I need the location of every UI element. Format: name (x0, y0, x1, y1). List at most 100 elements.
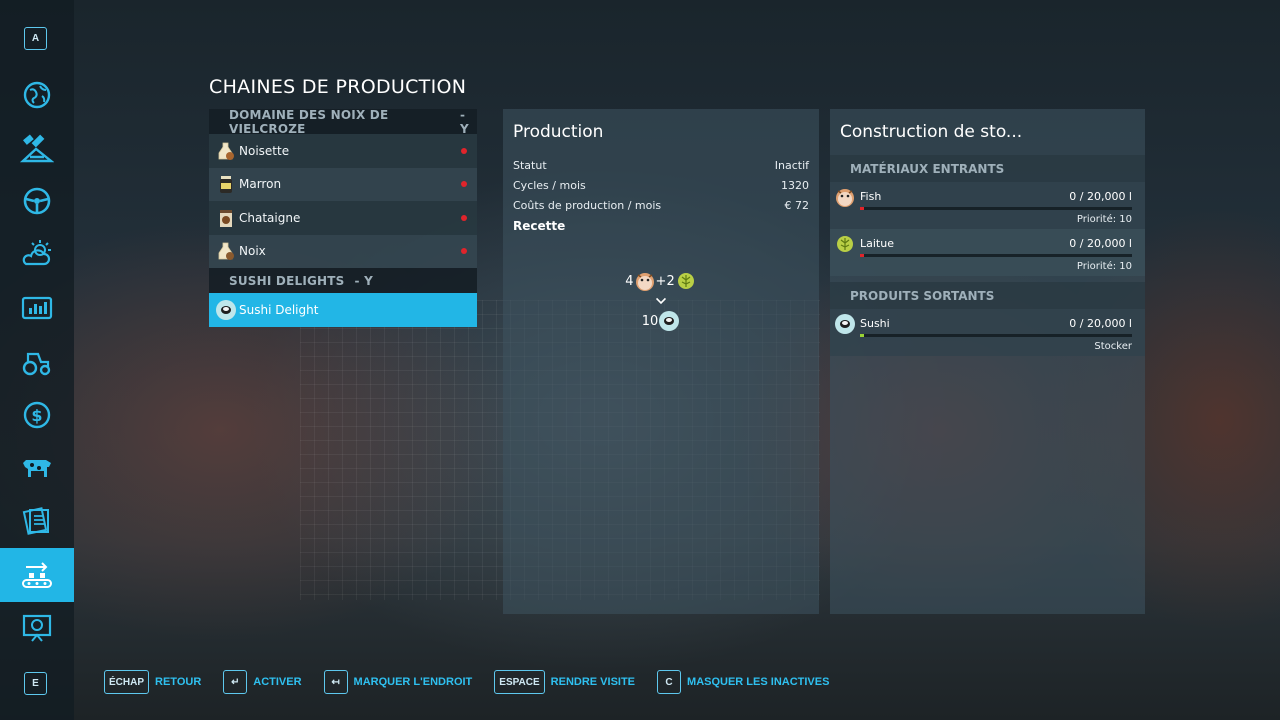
stock-fill-bar (860, 254, 1132, 257)
stock-fill (860, 334, 864, 337)
recipe-arrow (503, 293, 819, 309)
production-panel: Production Statut Inactif Cycles / mois … (503, 109, 819, 614)
weather-icon (22, 240, 51, 266)
tractor-icon (22, 352, 51, 376)
page-title: CHAINES DE PRODUCTION (209, 76, 467, 98)
recipe-input-amount: 4 (625, 273, 634, 289)
row-label: Coûts de production / mois (513, 198, 662, 212)
presentation-icon (22, 614, 52, 642)
status-indicator-inactive (461, 248, 467, 255)
row-value: 1320 (781, 178, 809, 192)
key-enter[interactable]: ↵ (223, 670, 248, 694)
fish-icon (836, 189, 854, 207)
production-chain-icon (22, 562, 52, 588)
chain-item-sushi-delight[interactable]: Sushi Delight (209, 293, 477, 327)
chain-item-label: Marron (239, 177, 282, 192)
recipe-output: 10 (503, 309, 819, 333)
dollar-icon: $ (23, 401, 51, 429)
fish-icon (635, 273, 654, 291)
footer-actions: ÉCHAP RETOUR ↵ ACTIVER ↤ MARQUER L'ENDRO… (104, 670, 851, 694)
stock-priority: Priorité: 10 (1076, 214, 1132, 225)
sidebar-item-garage[interactable] (0, 334, 74, 388)
sidebar-item-animals[interactable] (0, 441, 74, 495)
status-indicator-inactive (461, 214, 467, 221)
recipe-diagram: 4 +2 10 (503, 269, 819, 333)
chain-item-noix[interactable]: Noix (209, 234, 477, 268)
stock-value: 0 / 20,000 l (1069, 237, 1132, 250)
sidebar-item-map[interactable] (0, 68, 74, 122)
group-name: DOMAINE DES NOIX DE VIELCROZE (229, 107, 389, 136)
stock-name: Fish (860, 190, 882, 203)
key-c[interactable]: C (657, 670, 682, 694)
sidebar-prev-key[interactable]: A (24, 27, 47, 50)
chain-item-label: Sushi Delight (239, 302, 319, 317)
stock-value: 0 / 20,000 l (1069, 190, 1132, 203)
sushi-icon (216, 299, 236, 320)
stock-value: 0 / 20,000 l (1069, 317, 1132, 330)
group-header-sushi: SUSHI DELIGHTS - Y (209, 268, 477, 293)
key-tab[interactable]: ↤ (323, 670, 348, 694)
recipe-inputs: 4 +2 (503, 269, 819, 293)
action-rendre-visite[interactable]: RENDRE VISITE (551, 676, 635, 688)
stock-row-fish[interactable]: Fish 0 / 20,000 l Priorité: 10 (830, 182, 1145, 229)
row-value: € 72 (784, 198, 810, 212)
recipe-input-amount: +2 (655, 273, 675, 289)
sidebar-next-key[interactable]: E (24, 672, 47, 695)
sidebar-item-satellite[interactable] (0, 121, 74, 175)
row-label: Cycles / mois (513, 178, 586, 192)
outputs-section-header: PRODUITS SORTANTS (830, 282, 1145, 309)
group-suffix: - Y (354, 273, 373, 288)
chain-item-label: Noisette (239, 143, 290, 158)
sidebar-item-finances[interactable]: $ (0, 388, 74, 442)
action-masquer[interactable]: MASQUER LES INACTIVES (687, 676, 829, 688)
stock-row-laitue[interactable]: Laitue 0 / 20,000 l Priorité: 10 (830, 229, 1145, 276)
hazelnut-oil-icon (218, 142, 234, 160)
sidebar-item-production[interactable] (0, 548, 74, 602)
group-suffix: - Y (460, 107, 469, 136)
sidebar-item-vehicles[interactable] (0, 174, 74, 228)
cow-icon (23, 460, 51, 477)
sidebar: A $ E (0, 0, 74, 720)
action-activer[interactable]: ACTIVER (253, 676, 301, 688)
storage-title: Construction de sto... (840, 122, 1023, 142)
recipe-output-amount: 10 (641, 313, 659, 329)
stock-fill (860, 207, 864, 210)
storage-panel: Construction de sto... MATÉRIAUX ENTRANT… (830, 109, 1145, 614)
lettuce-icon (677, 273, 694, 289)
sushi-icon (659, 311, 680, 331)
chain-item-label: Chataigne (239, 210, 301, 225)
satellite-icon (20, 134, 54, 163)
key-espace[interactable]: ESPACE (494, 670, 545, 694)
recipe-label: Recette (513, 219, 566, 233)
sidebar-item-tours[interactable] (0, 601, 74, 655)
chain-item-marron[interactable]: Marron (209, 167, 477, 201)
chain-item-noisette[interactable]: Noisette (209, 134, 477, 168)
chevron-down-icon (655, 297, 667, 305)
steering-wheel-icon (23, 187, 51, 215)
production-title: Production (513, 122, 604, 142)
key-echap[interactable]: ÉCHAP (104, 670, 150, 694)
svg-text:$: $ (31, 406, 42, 425)
inputs-section-header: MATÉRIAUX ENTRANTS (830, 155, 1145, 182)
lettuce-icon (837, 236, 853, 252)
row-value: Inactif (774, 158, 809, 172)
chestnut-box-icon (220, 209, 232, 227)
stock-fill-bar (860, 334, 1132, 337)
production-cycles-row: Cycles / mois 1320 (503, 175, 819, 195)
status-indicator-inactive (461, 181, 467, 188)
stock-row-sushi[interactable]: Sushi 0 / 20,000 l Stocker (830, 309, 1145, 356)
sushi-icon (835, 314, 855, 334)
chain-item-chataigne[interactable]: Chataigne (209, 201, 477, 235)
sidebar-item-weather[interactable] (0, 227, 74, 281)
sidebar-item-contracts[interactable] (0, 494, 74, 548)
action-retour[interactable]: RETOUR (155, 676, 201, 688)
action-marquer[interactable]: MARQUER L'ENDROIT (354, 676, 473, 688)
sidebar-item-statistics[interactable] (0, 281, 74, 335)
group-header-noix: DOMAINE DES NOIX DE VIELCROZE - Y (209, 107, 477, 136)
row-label: Statut (513, 158, 547, 172)
chestnut-jar-icon (220, 176, 232, 194)
contracts-icon (22, 507, 49, 535)
production-chain-list: DOMAINE DES NOIX DE VIELCROZE - Y Noiset… (209, 107, 477, 327)
globe-icon (23, 81, 51, 109)
stock-name: Laitue (860, 237, 894, 250)
